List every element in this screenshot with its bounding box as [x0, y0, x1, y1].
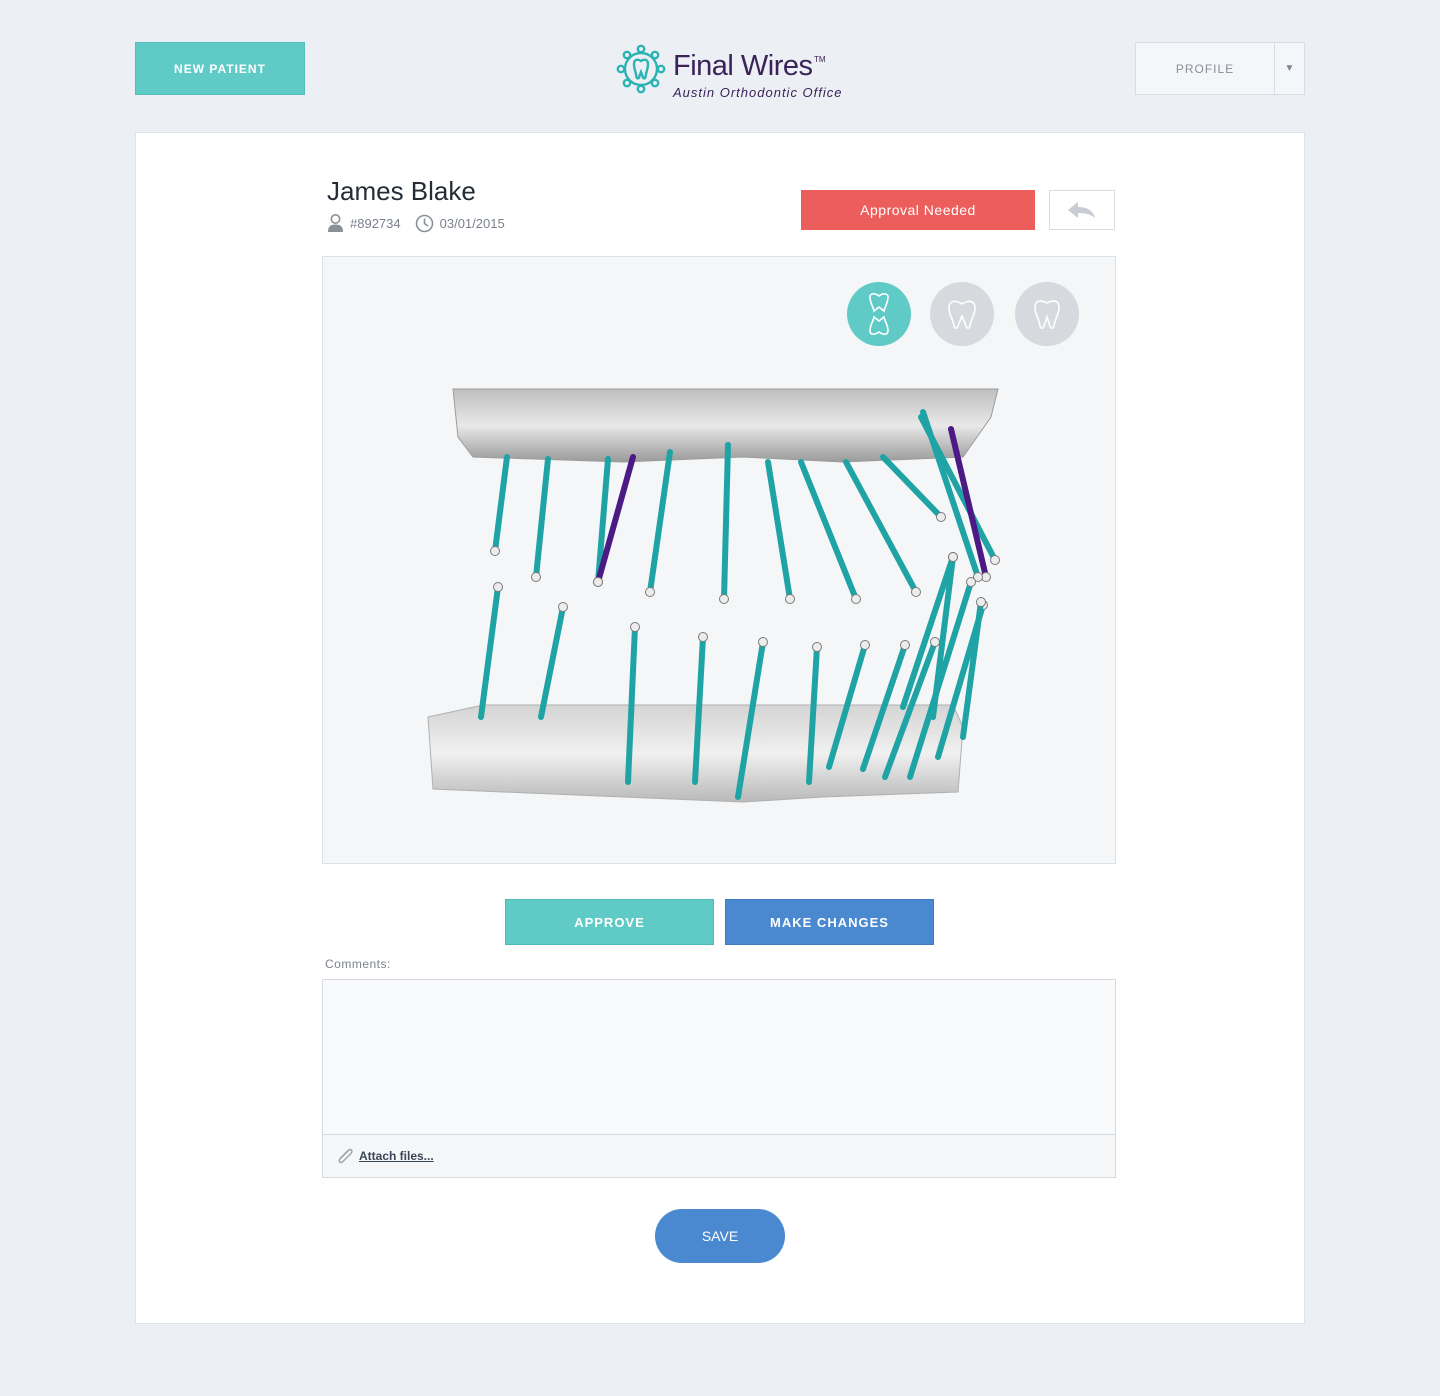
approve-button[interactable]: APPROVE — [505, 899, 714, 945]
dental-scan-render — [427, 388, 1000, 803]
wire-end-ball — [976, 597, 986, 607]
wire — [492, 454, 510, 554]
wire-end-ball — [698, 632, 708, 642]
wire — [721, 442, 731, 602]
tooth-icon — [1034, 300, 1060, 330]
comments-box: Attach files... — [322, 979, 1116, 1178]
save-button[interactable]: SAVE — [655, 1209, 785, 1263]
wire — [798, 459, 859, 602]
wire-end-ball — [719, 594, 729, 604]
wire-end-ball — [558, 602, 568, 612]
user-icon — [328, 214, 343, 232]
office-name: Austin Orthodontic Office — [673, 85, 843, 100]
wire-end-ball — [851, 594, 861, 604]
wire-end-ball — [785, 594, 795, 604]
wire-end-ball — [490, 546, 500, 556]
reply-arrow-icon — [1068, 202, 1095, 218]
wire-end-ball — [593, 577, 603, 587]
wire-end-ball — [911, 587, 921, 597]
molar-icon — [948, 300, 976, 330]
two-teeth-icon — [869, 293, 889, 335]
trademark-mark: TM — [814, 55, 826, 64]
logo: Final Wires TM Austin Orthodontic Office — [616, 44, 856, 102]
profile-button[interactable]: PROFILE — [1136, 43, 1274, 94]
attach-files-row[interactable]: Attach files... — [323, 1134, 1115, 1177]
wire-end-ball — [531, 572, 541, 582]
profile-menu: PROFILE ▼ — [1135, 42, 1305, 95]
wire-end-ball — [758, 637, 768, 647]
wire — [533, 456, 551, 580]
wire-end-ball — [493, 582, 503, 592]
both-arches-view-button[interactable] — [847, 282, 911, 346]
attach-files-link[interactable]: Attach files... — [359, 1149, 434, 1163]
wire-end-ball — [860, 640, 870, 650]
profile-dropdown-toggle[interactable]: ▼ — [1274, 43, 1304, 94]
tooth-gear-logo-icon — [616, 44, 666, 94]
wire-end-ball — [900, 640, 910, 650]
patient-meta: #892734 03/01/2015 — [327, 213, 505, 233]
wire — [538, 604, 566, 720]
paperclip-icon — [338, 1148, 353, 1164]
wire-end-ball — [966, 577, 976, 587]
wire — [765, 459, 793, 602]
patient-name: James Blake — [327, 176, 476, 206]
wire-end-ball — [630, 622, 640, 632]
comments-textarea[interactable] — [323, 980, 1115, 1134]
wire-end-ball — [936, 512, 946, 522]
logo-title: Final Wires — [673, 50, 813, 82]
approval-status-badge: Approval Needed — [801, 190, 1035, 230]
make-changes-button[interactable]: MAKE CHANGES — [725, 899, 934, 945]
patient-id: #892734 — [350, 215, 401, 231]
single-tooth-view-button[interactable] — [1015, 282, 1079, 346]
back-button[interactable] — [1049, 190, 1115, 230]
scan-viewer[interactable] — [322, 256, 1116, 864]
wire — [880, 454, 944, 520]
wire — [478, 584, 501, 720]
clock-icon — [415, 214, 433, 232]
new-patient-button[interactable]: NEW PATIENT — [135, 42, 305, 95]
comments-label: Comments: — [325, 957, 391, 971]
patient-date: 03/01/2015 — [439, 215, 505, 231]
wire-end-ball — [948, 552, 958, 562]
wire-end-ball — [990, 555, 1000, 565]
upper-arch-view-button[interactable] — [930, 282, 994, 346]
caret-down-icon: ▼ — [1284, 63, 1295, 74]
wire-end-ball — [812, 642, 822, 652]
wire-end-ball — [930, 637, 940, 647]
wire-end-ball — [645, 587, 655, 597]
wire — [647, 449, 673, 595]
